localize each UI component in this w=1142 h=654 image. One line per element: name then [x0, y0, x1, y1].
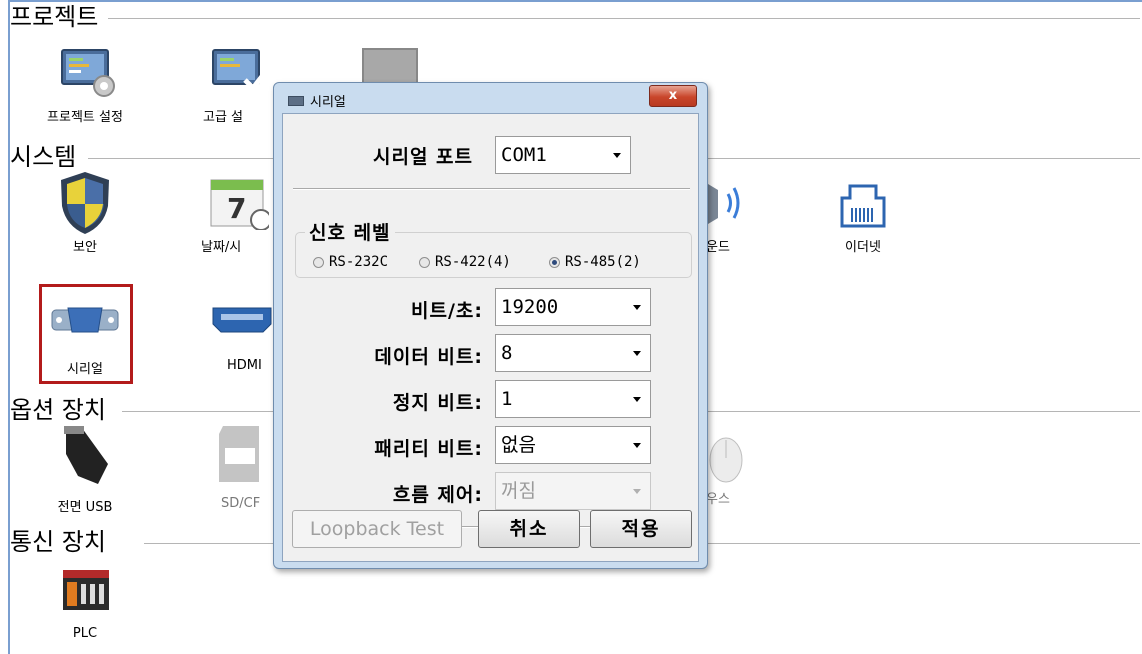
- datetime-item[interactable]: 7 날짜/시: [187, 176, 273, 255]
- section-title: 시스템: [10, 142, 79, 172]
- chevron-down-icon: [633, 489, 641, 494]
- signal-level-title: 신호 레벨: [305, 218, 395, 245]
- chevron-down-icon: [633, 305, 641, 310]
- cancel-button[interactable]: 취소: [478, 510, 580, 548]
- radio-label: RS-232C: [329, 254, 389, 270]
- chevron-down-icon: [613, 153, 621, 158]
- selection-highlight: [39, 284, 133, 384]
- radio-rs485[interactable]: RS-485(2): [549, 254, 641, 270]
- parity-value: 없음: [501, 434, 536, 456]
- item-label: SD/CF: [221, 496, 261, 511]
- plc-icon: [58, 566, 112, 616]
- flow-control-select[interactable]: 꺼짐: [495, 472, 651, 510]
- data-bits-label: 데이터 비트:: [374, 346, 483, 368]
- loopback-test-button[interactable]: Loopback Test: [292, 510, 462, 548]
- radio-icon: [313, 256, 324, 268]
- baud-rate-value: 19200: [501, 296, 559, 318]
- ethernet-item[interactable]: 이더넷: [808, 176, 918, 255]
- serial-port-select[interactable]: COM1: [495, 136, 631, 174]
- divider: [108, 18, 1140, 19]
- ethernet-port-icon: [836, 176, 890, 230]
- section-project: 프로젝트: [10, 2, 1140, 32]
- serial-port-value: COM1: [501, 144, 547, 166]
- parity-select[interactable]: 없음: [495, 426, 651, 464]
- sdcf-item[interactable]: SD/CF: [187, 424, 273, 511]
- serial-port-label: 시리얼 포트: [372, 146, 473, 168]
- advanced-settings-item[interactable]: 고급 설: [187, 46, 273, 125]
- hdmi-port-icon: [211, 302, 272, 342]
- front-usb-item[interactable]: 전면 USB: [30, 424, 140, 515]
- plc-item[interactable]: PLC: [30, 566, 140, 641]
- dialog-title: 시리얼: [310, 95, 346, 110]
- data-bits-value: 8: [501, 342, 513, 364]
- item-label: 우스: [706, 492, 730, 507]
- calendar-clock-icon: 7: [209, 176, 272, 231]
- radio-icon: [419, 256, 430, 268]
- baud-rate-select[interactable]: 19200: [495, 288, 651, 326]
- monitor-gray-icon: [362, 48, 418, 86]
- serial-dialog: 시리얼 x 시리얼 포트 COM1 신호 레벨 RS-232C RS-422(4…: [273, 82, 708, 569]
- apply-button[interactable]: 적용: [590, 510, 692, 548]
- radio-label: RS-422(4): [435, 254, 511, 270]
- item-label: 프로젝트 설정: [47, 110, 123, 125]
- close-button[interactable]: x: [649, 85, 697, 107]
- mouse-item[interactable]: 우스: [706, 424, 766, 507]
- serial-port-icon: [288, 95, 304, 106]
- sd-card-icon: [217, 424, 271, 486]
- section-title: 프로젝트: [10, 2, 101, 32]
- item-label: 보안: [73, 240, 97, 255]
- section-title: 통신 장치: [10, 527, 108, 557]
- monitor-gear-icon: [58, 46, 115, 100]
- baud-rate-label: 비트/초:: [411, 300, 483, 322]
- item-label: 고급 설: [203, 110, 244, 125]
- stop-bits-label: 정지 비트:: [392, 392, 483, 414]
- svg-text:7: 7: [227, 192, 246, 225]
- project-settings-item[interactable]: 프로젝트 설정: [30, 46, 140, 125]
- dialog-body: 시리얼 포트 COM1 신호 레벨 RS-232C RS-422(4) RS-4…: [282, 113, 699, 562]
- usb-cable-icon: [58, 424, 112, 486]
- parity-label: 패리티 비트:: [374, 438, 483, 460]
- dialog-titlebar[interactable]: 시리얼: [288, 91, 346, 110]
- section-title: 옵션 장치: [10, 395, 108, 425]
- item-label: 날짜/시: [201, 240, 242, 255]
- stop-bits-value: 1: [501, 388, 513, 410]
- radio-selected-icon: [549, 256, 560, 268]
- shield-icon: [58, 172, 112, 234]
- chevron-down-icon: [633, 443, 641, 448]
- flow-control-label: 흐름 제어:: [392, 484, 483, 506]
- stop-bits-select[interactable]: 1: [495, 380, 651, 418]
- flow-control-value: 꺼짐: [501, 480, 536, 502]
- radio-rs422[interactable]: RS-422(4): [419, 254, 511, 270]
- speaker-icon: [706, 176, 756, 230]
- radio-label: RS-485(2): [565, 254, 641, 270]
- data-bits-select[interactable]: 8: [495, 334, 651, 372]
- chevron-down-icon: [633, 397, 641, 402]
- chevron-down-icon: [633, 351, 641, 356]
- separator: [293, 188, 690, 190]
- item-label: 운드: [706, 240, 730, 255]
- hdmi-item[interactable]: HDMI: [187, 302, 273, 373]
- monitor-check-icon: [209, 46, 269, 100]
- mouse-icon: [706, 424, 746, 486]
- item-label: PLC: [72, 626, 98, 641]
- radio-rs232c[interactable]: RS-232C: [313, 254, 388, 270]
- sound-item[interactable]: 운드: [706, 176, 766, 255]
- item-label: 이더넷: [845, 240, 881, 255]
- item-label: HDMI: [227, 358, 262, 373]
- security-item[interactable]: 보안: [30, 172, 140, 255]
- item-label: 전면 USB: [57, 500, 113, 515]
